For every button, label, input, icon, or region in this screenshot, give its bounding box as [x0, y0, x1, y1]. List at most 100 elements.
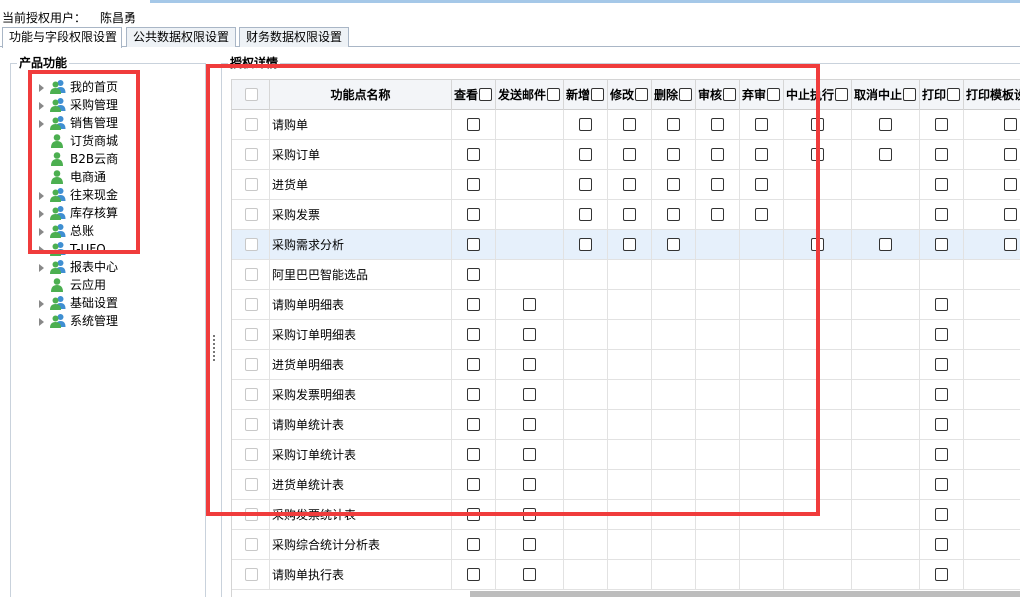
table-row[interactable]: 请购单明细表	[232, 290, 1020, 320]
expand-arrow-icon[interactable]	[39, 84, 44, 92]
row-select-checkbox[interactable]	[245, 568, 258, 581]
permission-checkbox-print[interactable]	[935, 178, 948, 191]
permission-checkbox-del[interactable]	[667, 208, 680, 221]
permission-checkbox-email[interactable]	[523, 448, 536, 461]
expand-arrow-icon[interactable]	[39, 246, 44, 254]
permission-checkbox-tpl[interactable]	[1004, 238, 1017, 251]
permission-checkbox-audit[interactable]	[711, 178, 724, 191]
row-select-checkbox[interactable]	[245, 478, 258, 491]
permission-checkbox-tpl[interactable]	[1004, 208, 1017, 221]
permission-checkbox-view[interactable]	[467, 448, 480, 461]
permission-checkbox-del[interactable]	[667, 148, 680, 161]
row-select-checkbox[interactable]	[245, 538, 258, 551]
expand-arrow-icon[interactable]	[39, 210, 44, 218]
row-select-checkbox[interactable]	[245, 418, 258, 431]
row-select-checkbox[interactable]	[245, 238, 258, 251]
row-select-checkbox[interactable]	[245, 448, 258, 461]
tab-finance-data[interactable]: 财务数据权限设置	[239, 27, 349, 47]
permission-checkbox-view[interactable]	[467, 148, 480, 161]
permission-checkbox-tpl[interactable]	[1004, 118, 1017, 131]
permission-checkbox-audit[interactable]	[711, 208, 724, 221]
permission-checkbox-print[interactable]	[935, 238, 948, 251]
permission-checkbox-unstop[interactable]	[879, 238, 892, 251]
permission-checkbox-stop[interactable]	[811, 118, 824, 131]
permission-checkbox-view[interactable]	[467, 538, 480, 551]
row-select-checkbox[interactable]	[245, 358, 258, 371]
table-row[interactable]: 请购单执行表	[232, 560, 1020, 590]
permission-checkbox-print[interactable]	[935, 298, 948, 311]
permission-checkbox-print[interactable]	[935, 358, 948, 371]
permission-checkbox-view[interactable]	[467, 118, 480, 131]
table-row[interactable]: 采购订单统计表	[232, 440, 1020, 470]
table-row[interactable]: 采购发票统计表	[232, 500, 1020, 530]
permission-checkbox-view[interactable]	[467, 568, 480, 581]
expand-arrow-icon[interactable]	[39, 192, 44, 200]
permission-checkbox-view[interactable]	[467, 298, 480, 311]
permission-checkbox-print[interactable]	[935, 148, 948, 161]
table-row[interactable]: 请购单统计表	[232, 410, 1020, 440]
permission-checkbox-unstop[interactable]	[879, 148, 892, 161]
permission-checkbox-stop[interactable]	[811, 148, 824, 161]
table-row[interactable]: 采购需求分析	[232, 230, 1020, 260]
permission-checkbox-email[interactable]	[523, 358, 536, 371]
column-select-all-checkbox[interactable]	[723, 88, 737, 101]
table-row[interactable]: 进货单	[232, 170, 1020, 200]
permission-checkbox-print[interactable]	[935, 478, 948, 491]
permission-checkbox-print[interactable]	[935, 418, 948, 431]
panel-splitter-handle[interactable]	[212, 335, 216, 365]
expand-arrow-icon[interactable]	[39, 102, 44, 110]
row-select-checkbox[interactable]	[245, 208, 258, 221]
permission-checkbox-email[interactable]	[523, 478, 536, 491]
permission-checkbox-tpl[interactable]	[1004, 178, 1017, 191]
expand-arrow-icon[interactable]	[39, 264, 44, 272]
column-select-all-checkbox[interactable]	[903, 88, 917, 101]
permission-checkbox-edit[interactable]	[623, 148, 636, 161]
table-row[interactable]: 采购发票明细表	[232, 380, 1020, 410]
permission-checkbox-stop[interactable]	[811, 238, 824, 251]
permission-checkbox-abandon[interactable]	[755, 178, 768, 191]
tab-public-data[interactable]: 公共数据权限设置	[126, 27, 236, 47]
column-select-all-checkbox[interactable]	[479, 88, 493, 101]
permission-checkbox-view[interactable]	[467, 478, 480, 491]
permission-checkbox-print[interactable]	[935, 448, 948, 461]
permission-checkbox-email[interactable]	[523, 508, 536, 521]
permission-checkbox-unstop[interactable]	[879, 118, 892, 131]
permission-checkbox-add[interactable]	[579, 208, 592, 221]
permission-checkbox-email[interactable]	[523, 568, 536, 581]
permission-checkbox-view[interactable]	[467, 208, 480, 221]
permission-checkbox-email[interactable]	[523, 298, 536, 311]
table-row[interactable]: 阿里巴巴智能选品	[232, 260, 1020, 290]
row-select-checkbox[interactable]	[245, 118, 258, 131]
row-select-checkbox[interactable]	[245, 298, 258, 311]
permission-checkbox-view[interactable]	[467, 358, 480, 371]
permission-checkbox-view[interactable]	[467, 388, 480, 401]
permission-checkbox-abandon[interactable]	[755, 148, 768, 161]
column-select-all-checkbox[interactable]	[679, 88, 693, 101]
table-row[interactable]: 采购发票	[232, 200, 1020, 230]
permission-checkbox-print[interactable]	[935, 208, 948, 221]
table-row[interactable]: 采购综合统计分析表	[232, 530, 1020, 560]
row-select-checkbox[interactable]	[245, 508, 258, 521]
permission-checkbox-view[interactable]	[467, 328, 480, 341]
permission-checkbox-add[interactable]	[579, 148, 592, 161]
row-select-checkbox[interactable]	[245, 148, 258, 161]
permission-checkbox-del[interactable]	[667, 178, 680, 191]
permission-checkbox-email[interactable]	[523, 388, 536, 401]
permission-checkbox-print[interactable]	[935, 508, 948, 521]
table-row[interactable]: 进货单明细表	[232, 350, 1020, 380]
row-select-checkbox[interactable]	[245, 178, 258, 191]
permission-checkbox-edit[interactable]	[623, 178, 636, 191]
expand-arrow-icon[interactable]	[39, 228, 44, 236]
column-select-all-checkbox[interactable]	[591, 88, 605, 101]
permission-checkbox-view[interactable]	[467, 508, 480, 521]
permission-checkbox-edit[interactable]	[623, 208, 636, 221]
permission-checkbox-email[interactable]	[523, 328, 536, 341]
permission-checkbox-print[interactable]	[935, 388, 948, 401]
permission-checkbox-view[interactable]	[467, 268, 480, 281]
permission-checkbox-tpl[interactable]	[1004, 148, 1017, 161]
horizontal-scrollbar[interactable]	[470, 591, 1020, 597]
permission-checkbox-edit[interactable]	[623, 118, 636, 131]
select-all-checkbox[interactable]	[245, 88, 258, 101]
table-row[interactable]: 采购订单	[232, 140, 1020, 170]
permission-checkbox-add[interactable]	[579, 178, 592, 191]
